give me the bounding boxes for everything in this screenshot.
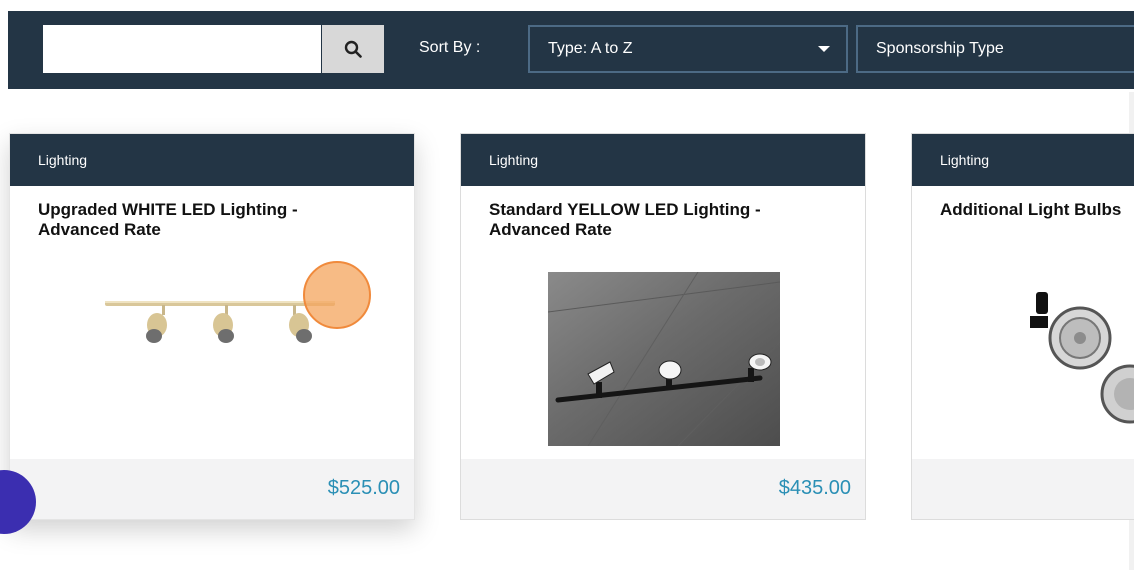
- product-card[interactable]: Lighting Upgraded WHITE LED Lighting - A…: [9, 133, 415, 520]
- product-card[interactable]: Lighting Standard YELLOW LED Lighting - …: [460, 133, 866, 520]
- product-title: Standard YELLOW LED Lighting - Advanced …: [489, 200, 761, 239]
- filter-toolbar: Sort By : Type: A to Z Sponsorship Type: [8, 11, 1134, 89]
- sort-by-label: Sort By :: [419, 39, 481, 56]
- product-image: [1030, 292, 1134, 424]
- search-button[interactable]: [322, 25, 384, 73]
- product-card[interactable]: Lighting Additional Light Bulbs: [911, 133, 1134, 520]
- sponsorship-type-select[interactable]: Sponsorship Type: [856, 25, 1134, 73]
- sort-select[interactable]: Type: A to Z: [528, 25, 848, 73]
- product-image: [548, 272, 780, 446]
- product-price: $525.00: [327, 477, 400, 499]
- card-footer: $525.00: [10, 459, 414, 519]
- search-input[interactable]: [43, 25, 321, 73]
- product-title: Upgraded WHITE LED Lighting - Advanced R…: [38, 200, 298, 239]
- card-footer: $435.00: [461, 459, 865, 519]
- category-label: Lighting: [940, 152, 990, 168]
- search-icon: [344, 40, 362, 58]
- chevron-down-icon: [818, 46, 830, 52]
- product-price: $435.00: [778, 477, 851, 499]
- card-category: Lighting: [461, 134, 865, 186]
- card-category: Lighting: [912, 134, 1134, 186]
- product-image: [105, 261, 371, 343]
- card-category: Lighting: [10, 134, 414, 186]
- product-title: Additional Light Bulbs: [940, 200, 1122, 219]
- sponsorship-select-value: Sponsorship Type: [876, 40, 1004, 57]
- category-label: Lighting: [489, 152, 539, 168]
- click-highlight: [303, 261, 371, 329]
- sort-select-value: Type: A to Z: [548, 40, 633, 57]
- card-footer: [912, 459, 1134, 519]
- category-label: Lighting: [38, 152, 88, 168]
